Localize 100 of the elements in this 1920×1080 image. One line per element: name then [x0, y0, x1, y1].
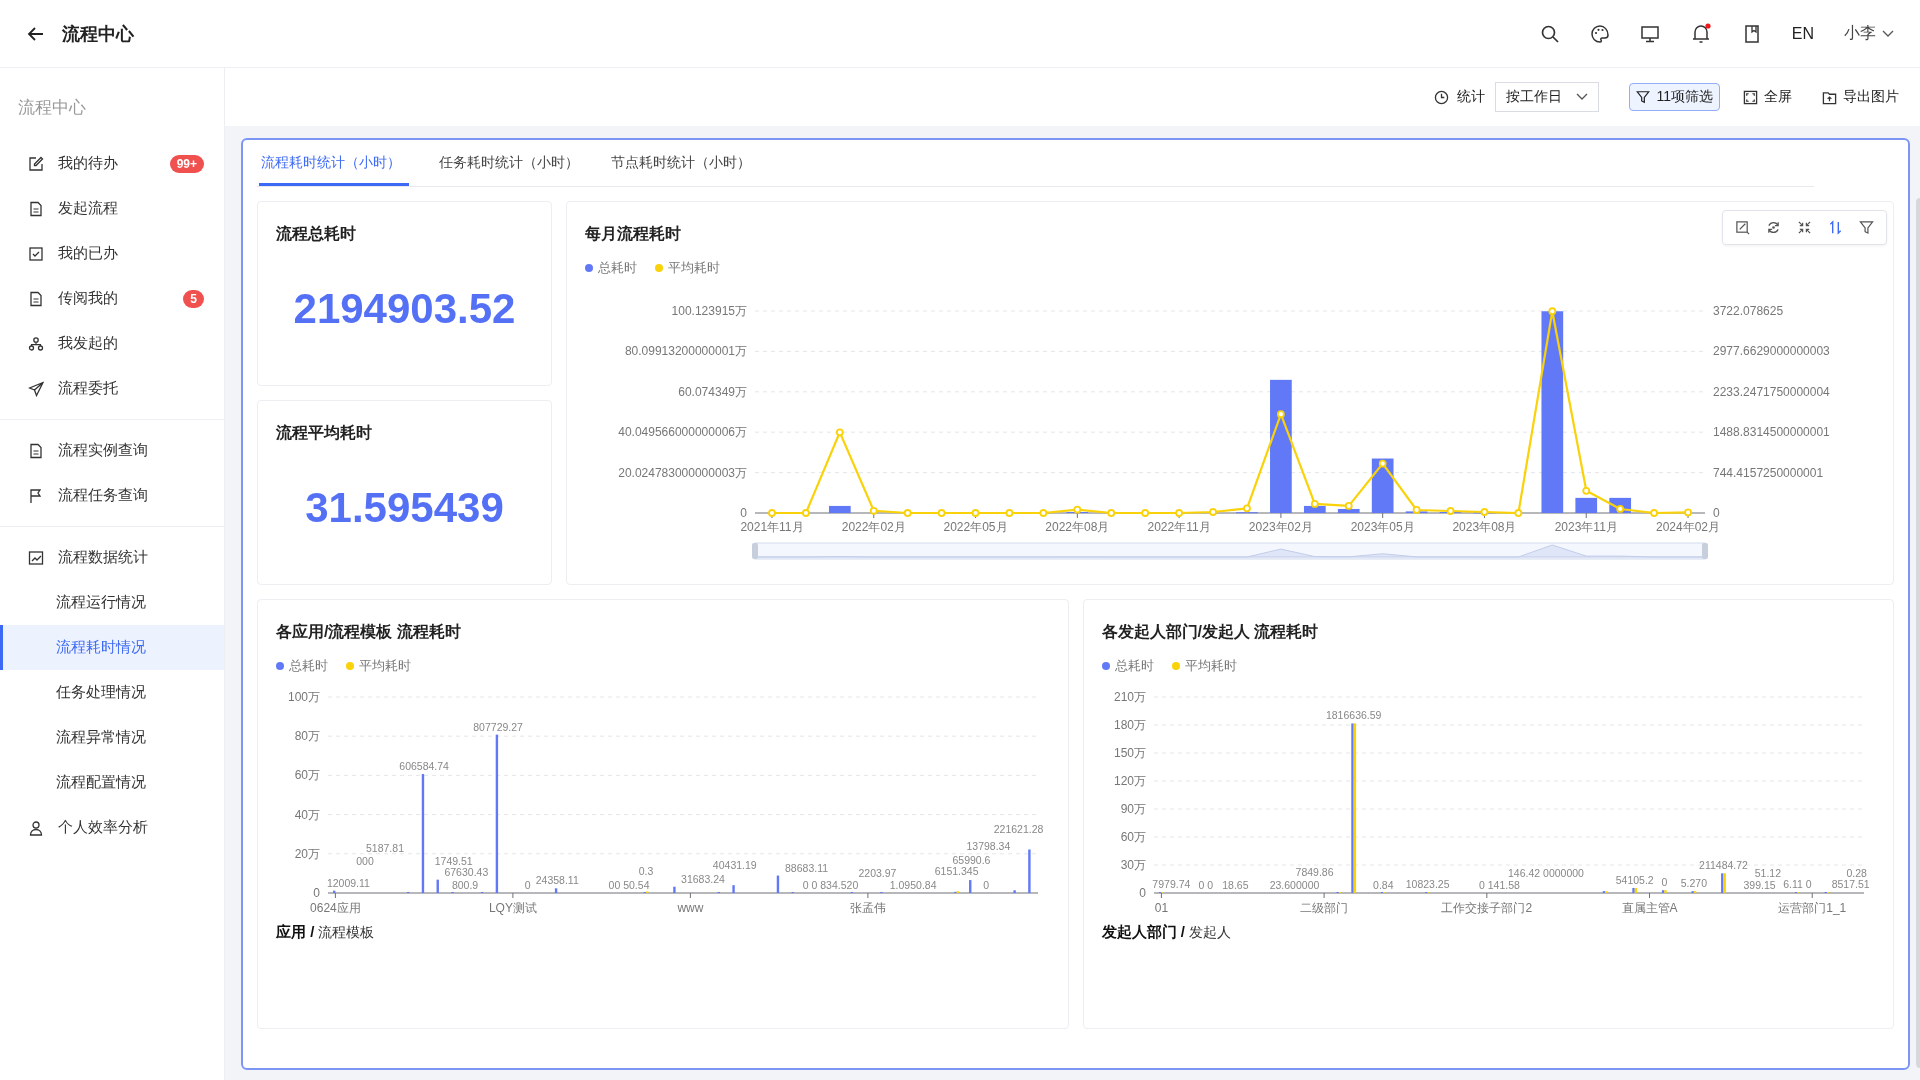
value-label: 0 141.58	[1478, 879, 1520, 891]
chart-title: 每月流程耗时	[585, 224, 681, 244]
value-label: 51.12	[1754, 867, 1781, 879]
axis-label: 2023年08月	[1452, 520, 1517, 534]
axis-label: 0	[313, 886, 320, 900]
value-label: 5187.81	[366, 842, 404, 854]
sidebar-item-label: 流程委托	[58, 379, 119, 398]
value-label: 24358.11	[535, 874, 579, 887]
value-label: 23.600000	[1269, 879, 1319, 891]
axis-label: 2021年11月	[740, 520, 804, 534]
value-label: 1749.51	[434, 854, 473, 867]
axis-label: 直属主管A	[1621, 901, 1678, 915]
axis-label: 二级部门	[1299, 901, 1348, 915]
value-label: 10823.25	[1405, 877, 1450, 890]
axis-label: 60万	[294, 768, 320, 783]
axis-label: 0	[1138, 886, 1146, 900]
value-label: 5.270	[1680, 877, 1707, 890]
axis-label: 0	[1713, 506, 1720, 520]
value-label: 7979.74	[1151, 878, 1190, 891]
axis-label: LQY测试	[488, 901, 537, 915]
sidebar-item-label: 我的已办	[58, 244, 119, 263]
axis-label: 60万	[1120, 830, 1146, 844]
value-label: 606584.74	[399, 760, 449, 773]
axis-label: 744.4157250000001	[1713, 465, 1824, 480]
axis-caption: 发起人部门 / 发起人	[1101, 923, 1232, 942]
chart-title: 各应用/流程模板 流程耗时	[276, 622, 461, 642]
value-label: 0.3	[638, 865, 654, 878]
value-label: 146.42 0000000	[1507, 867, 1584, 879]
axis-label: 2023年02月	[1248, 520, 1313, 534]
axis-label: 2022年05月	[943, 520, 1008, 534]
sidebar-item-label: 我的待办	[58, 154, 119, 173]
sidebar-item-label: 个人效率分析	[58, 818, 149, 837]
summary-value: 31.595439	[304, 484, 505, 532]
axis-label: 张孟伟	[849, 901, 886, 915]
axis-label: 2022年02月	[841, 520, 906, 534]
value-label: 0.84	[1372, 878, 1393, 891]
axis-label: 2023年11月	[1554, 520, 1618, 534]
card-title: 流程平均耗时	[276, 423, 373, 443]
value-label: 800.9	[451, 878, 479, 891]
value-label: 211484.72	[1698, 859, 1748, 872]
axis-label: 120万	[1113, 774, 1146, 788]
count-badge: 5	[183, 289, 204, 308]
value-label: 12009.11	[326, 876, 370, 889]
sidebar-item-label: 我发起的	[58, 334, 119, 353]
value-label: 1.0950.84	[889, 878, 937, 891]
axis-label: 20.024783000000003万	[618, 465, 747, 480]
axis-label: 2023年05月	[1350, 520, 1415, 534]
value-label: 000	[356, 855, 374, 867]
axis-label: 2022年11月	[1147, 520, 1211, 534]
value-label: 67630.43	[444, 865, 489, 878]
value-label: 1816636.59	[1325, 709, 1381, 722]
stat-label: 统计	[1457, 88, 1486, 106]
axis-label: 1488.8314500000001	[1713, 425, 1830, 440]
axis-label: 工作交接子部门2	[1440, 901, 1532, 915]
axis-label: 01	[1154, 901, 1168, 915]
value-label: 40431.19	[712, 859, 757, 872]
axis-label: 150万	[1113, 746, 1146, 760]
value-label: 13798.34	[966, 840, 1011, 853]
value-label: 0 0 834.520	[802, 878, 859, 891]
axis-label: 3722.078625	[1713, 304, 1784, 318]
axis-label: 80万	[294, 729, 320, 744]
sidebar-title: 流程中心	[17, 97, 87, 119]
value-label: 807729.27	[473, 720, 523, 733]
card-title: 流程总耗时	[276, 224, 357, 244]
value-label: 399.15	[1743, 879, 1776, 891]
axis-label: 2024年02月	[1656, 520, 1721, 534]
axis-label: 100.123915万	[671, 304, 747, 318]
value-label: 0	[983, 879, 990, 891]
axis-label: 90万	[1120, 802, 1146, 816]
value-label: 6151.345	[934, 865, 979, 878]
value-label: 18.65	[1221, 879, 1248, 891]
axis-label: www	[677, 901, 704, 915]
value-label: 31683.24	[681, 872, 725, 885]
sidebar-item-label: 发起流程	[58, 199, 119, 218]
value-label: 7849.86	[1295, 866, 1334, 879]
axis-label: 运营部门1_1	[1777, 901, 1846, 915]
axis-label: 40万	[294, 807, 320, 822]
axis-label: 2022年08月	[1045, 520, 1110, 534]
axis-label: 0	[740, 506, 747, 520]
axis-label: 0624应用	[310, 901, 361, 915]
axis-label: 100万	[287, 690, 320, 704]
sidebar-item-label: 传阅我的	[58, 289, 119, 308]
value-label: 0	[524, 879, 531, 891]
value-label: 00 50.54	[608, 879, 650, 891]
value-label: 8517.51	[1831, 878, 1870, 891]
value-label: 2203.97	[858, 866, 897, 879]
sidebar-item-label: 流程任务查询	[58, 486, 149, 505]
axis-label: 80.09913200000001万	[624, 344, 747, 359]
axis-label: 20万	[294, 846, 320, 861]
axis-label: 40.049566000000006万	[618, 425, 747, 440]
sidebar-item-label: 流程实例查询	[58, 441, 149, 460]
axis-label: 2233.2471750000004	[1713, 384, 1830, 399]
axis-label: 210万	[1113, 690, 1146, 704]
value-label: 65990.6	[952, 854, 991, 867]
value-label: 0	[1660, 876, 1667, 889]
value-label: 0 0	[1197, 879, 1213, 891]
axis-caption: 应用 / 流程模板	[276, 923, 376, 942]
page-title: 流程中心	[62, 22, 134, 46]
axis-label: 2977.6629000000003	[1713, 344, 1830, 359]
value-label: 6.11 0	[1782, 878, 1812, 891]
